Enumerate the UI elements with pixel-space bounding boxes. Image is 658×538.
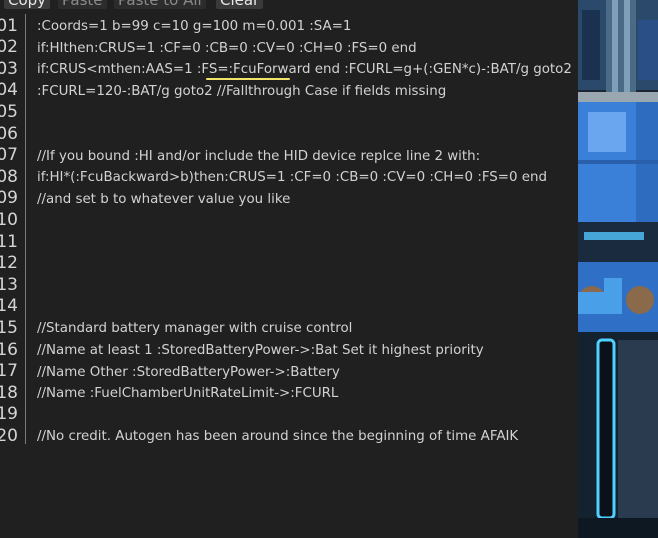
copy-button[interactable]: Copy — [4, 0, 51, 9]
clear-button[interactable]: Clear — [216, 0, 264, 9]
line-number: 01 — [0, 15, 18, 36]
line-number: 06 — [0, 123, 18, 144]
code-line[interactable]: if:HI*(:FcuBackward>b)then:CRUS=1 :CF=0 … — [37, 167, 547, 188]
code-line[interactable]: //Standard battery manager with cruise c… — [37, 318, 352, 339]
paste-button[interactable]: Paste — [58, 0, 107, 9]
line-number: 14 — [0, 296, 18, 317]
game-viewport — [578, 0, 658, 538]
line-number: 10 — [0, 209, 18, 230]
code-line[interactable]: //and set b to whatever value you like — [37, 189, 290, 210]
line-number: 20 — [0, 425, 18, 446]
code-line[interactable]: //Name at least 1 :StoredBatteryPower->:… — [37, 340, 484, 361]
line-number: 07 — [0, 145, 18, 166]
line-number: 12 — [0, 253, 18, 274]
code-line[interactable]: :Coords=1 b=99 c=10 g=100 m=0.001 :SA=1 — [37, 16, 351, 37]
line-number: 18 — [0, 382, 18, 403]
code-line[interactable]: if:CRUS<mthen:AAS=1 :FS=:FcuForward end … — [37, 59, 572, 80]
code-line[interactable]: //If you bound :HI and/or include the HI… — [37, 146, 480, 167]
line-number: 02 — [0, 37, 18, 58]
line-number: 05 — [0, 101, 18, 122]
gutter-divider — [25, 14, 26, 444]
line-number: 03 — [0, 58, 18, 79]
code-line[interactable]: :FCURL=120-:BAT/g goto2 //Fallthrough Ca… — [37, 81, 446, 102]
code-line[interactable]: //Name Other :StoredBatteryPower->:Batte… — [37, 362, 340, 383]
line-number: 13 — [0, 274, 18, 295]
word-highlight-underline — [206, 78, 290, 80]
line-number: 11 — [0, 231, 18, 252]
line-number: 04 — [0, 80, 18, 101]
line-number: 09 — [0, 188, 18, 209]
line-number: 15 — [0, 317, 18, 338]
paste-to-all-button[interactable]: Paste to All — [114, 0, 206, 9]
code-line[interactable]: //No credit. Autogen has been around sin… — [37, 426, 518, 447]
line-number: 08 — [0, 166, 18, 187]
line-number: 16 — [0, 339, 18, 360]
code-editor[interactable]: Copy Paste Paste to All Clear 01 :Coords=… — [0, 0, 578, 538]
code-line[interactable]: //Name :FuelChamberUnitRateLimit->:FCURL — [37, 383, 338, 404]
line-number: 17 — [0, 361, 18, 382]
editor-toolbar: Copy Paste Paste to All Clear — [0, 0, 578, 9]
code-line[interactable]: if:HIthen:CRUS=1 :CF=0 :CB=0 :CV=0 :CH=0… — [37, 38, 417, 59]
game-scene — [578, 0, 658, 538]
line-number: 19 — [0, 404, 18, 425]
